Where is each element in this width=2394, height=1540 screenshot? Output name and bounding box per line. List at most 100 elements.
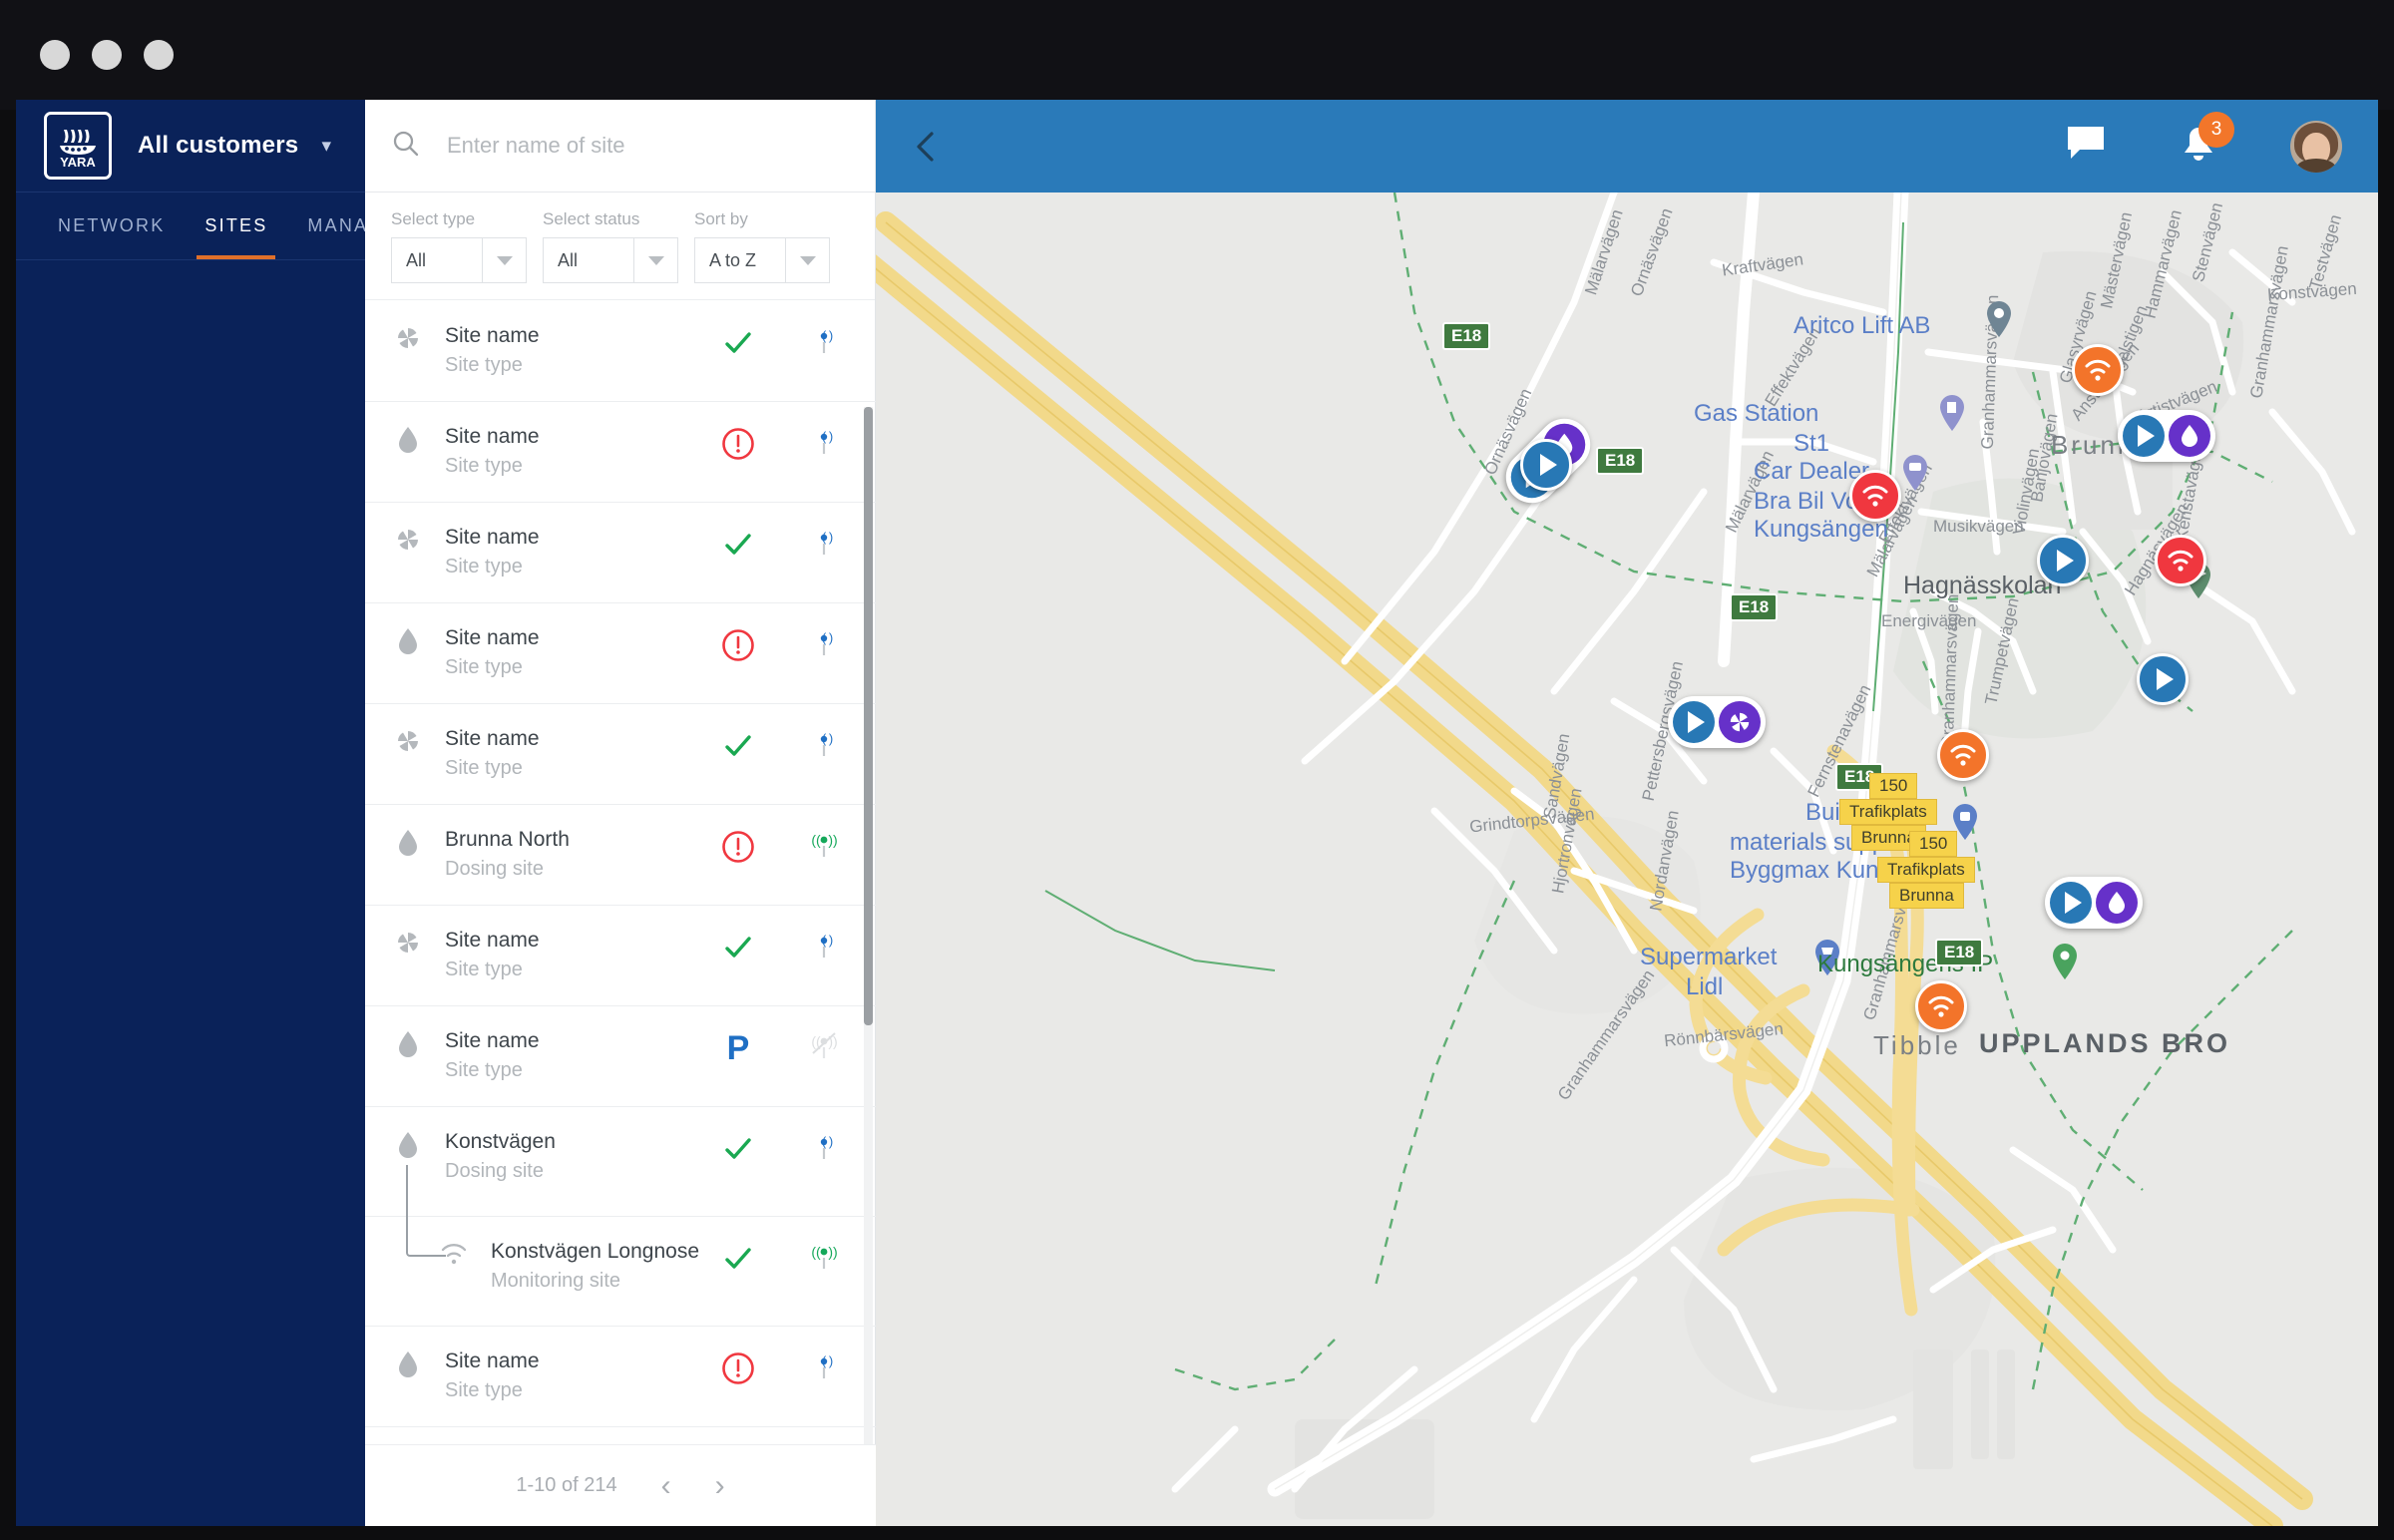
- map-canvas[interactable]: Kraftvägen Mälarvägen Ornäsvägen Effektv…: [876, 192, 2378, 1526]
- map-area[interactable]: 3 Kraftvägen Mälarvägen Ornäsvägen Effek…: [876, 100, 2378, 1526]
- window-maximize-button[interactable]: [144, 40, 174, 70]
- site-marker-signal-warning[interactable]: [1915, 980, 1967, 1032]
- status-badge-paused-label: P: [726, 1029, 750, 1067]
- sort-by-control[interactable]: A to Z: [694, 237, 830, 283]
- status-badge-alert: [718, 1348, 758, 1388]
- site-marker-play[interactable]: [2137, 653, 2189, 705]
- list-scrollbar-thumb[interactable]: [864, 407, 873, 1025]
- droplet-icon: [391, 625, 425, 655]
- select-status-control[interactable]: All: [543, 237, 678, 283]
- filter-label-sort: Sort by: [694, 209, 748, 228]
- brand-row[interactable]: YARA All customers ▾: [16, 100, 365, 192]
- exit-line2: Brunna: [1889, 883, 1964, 909]
- topbar: 3: [876, 100, 2378, 192]
- table-row[interactable]: Site name Site type ( ): [365, 906, 876, 1006]
- select-type-control[interactable]: All: [391, 237, 527, 283]
- chevron-down-icon[interactable]: [633, 238, 677, 282]
- site-marker-play[interactable]: [1520, 439, 1572, 491]
- status-badge-alert: [718, 827, 758, 867]
- svg-text:): ): [829, 429, 833, 444]
- signal-strong-icon: (( )): [802, 1237, 846, 1281]
- status-badge-ok: [718, 323, 758, 363]
- site-name: Site name: [445, 626, 540, 649]
- site-type: Site type: [445, 556, 523, 578]
- site-marker-play[interactable]: [2037, 535, 2089, 586]
- droplet-icon: [391, 1028, 425, 1058]
- signal-weak-icon: ( ): [802, 724, 846, 768]
- site-marker-pair[interactable]: [1668, 696, 1766, 748]
- chevron-down-icon[interactable]: [785, 238, 829, 282]
- table-row[interactable]: Site name Site type ( ): [365, 603, 876, 704]
- svg-text:): ): [829, 1353, 833, 1368]
- map-pin-icon[interactable]: [1938, 394, 1966, 432]
- droplet-icon[interactable]: [2096, 882, 2138, 924]
- play-icon[interactable]: [1673, 701, 1715, 743]
- site-type: Site type: [445, 656, 523, 679]
- site-marker-pair[interactable]: [2045, 877, 2143, 929]
- back-button[interactable]: [902, 122, 952, 172]
- chat-bubble-icon[interactable]: [2065, 124, 2107, 169]
- app-window: YARA All customers ▾ NETWORK SITES MANAG…: [0, 0, 2394, 1540]
- site-marker-signal-warning[interactable]: [1937, 729, 1989, 781]
- site-name: Brunna North: [445, 828, 570, 851]
- table-row[interactable]: Site name Site type P (( )): [365, 1006, 876, 1107]
- table-row[interactable]: Brunna North Dosing site (( )): [365, 805, 876, 906]
- sidebar-item-network[interactable]: NETWORK: [38, 192, 185, 259]
- highway-shield-e18: E18: [1442, 322, 1491, 350]
- customer-selector-label: All customers: [138, 132, 299, 159]
- site-marker-signal-error[interactable]: [2155, 535, 2206, 586]
- chevron-left-icon[interactable]: ‹: [661, 1470, 671, 1501]
- site-marker-signal-warning[interactable]: [2072, 344, 2124, 396]
- site-text: Site name Site type: [445, 424, 540, 479]
- signal-weak-icon: ( ): [802, 523, 846, 567]
- exit-number: 150: [1869, 773, 1918, 799]
- chevron-right-icon[interactable]: ›: [715, 1470, 725, 1501]
- map-pin-icon[interactable]: [1813, 939, 1841, 976]
- topbar-actions: 3: [2065, 111, 2342, 173]
- search-input[interactable]: [447, 133, 776, 159]
- avatar[interactable]: [2290, 120, 2342, 173]
- chevron-down-icon[interactable]: ▾: [321, 137, 331, 156]
- table-row[interactable]: Konstvägen Longnose Monitoring site (( )…: [365, 1165, 876, 1327]
- window-minimize-button[interactable]: [92, 40, 122, 70]
- map-pin-icon[interactable]: [1901, 454, 1929, 492]
- notifications-button[interactable]: 3: [2177, 111, 2234, 170]
- site-type: Site type: [445, 354, 523, 377]
- droplet-icon[interactable]: [2169, 415, 2210, 457]
- filter-row: Select type All Select status All Sort b…: [365, 192, 875, 300]
- pinwheel-icon[interactable]: [1719, 701, 1761, 743]
- pagination: 1-10 of 214 ‹ ›: [365, 1444, 876, 1526]
- site-text: Site name Site type: [445, 323, 540, 378]
- site-list[interactable]: Site name Site type ( ): [365, 301, 876, 1444]
- table-row[interactable]: Site name Site type ( ): [365, 301, 876, 402]
- svg-text:)): )): [828, 832, 837, 848]
- tree-connector: [406, 1165, 446, 1257]
- traffic-lights: [40, 40, 174, 70]
- site-name: Konstvägen: [445, 1130, 556, 1153]
- status-badge-ok: [718, 1239, 758, 1279]
- site-marker-pair[interactable]: [2118, 410, 2215, 462]
- droplet-icon: [391, 1348, 425, 1378]
- site-name: Site name: [445, 324, 540, 347]
- table-row[interactable]: Site name Site type ( ): [365, 1327, 876, 1427]
- table-row[interactable]: Site name Site type ( ): [365, 503, 876, 603]
- avatar-body: [2296, 158, 2336, 173]
- map-pin-icon[interactable]: [2051, 943, 2079, 980]
- site-name: Site name: [445, 425, 540, 448]
- site-type: Site type: [445, 757, 523, 780]
- chevron-down-icon[interactable]: [482, 238, 526, 282]
- site-type: Site type: [445, 1379, 523, 1402]
- map-pin-icon[interactable]: [1985, 300, 2013, 338]
- signal-weak-icon: ( ): [802, 623, 846, 667]
- table-row[interactable]: Site name Site type ( ): [365, 402, 876, 503]
- site-marker-signal-error[interactable]: [1849, 470, 1901, 522]
- sidebar-item-sites[interactable]: SITES: [185, 192, 287, 259]
- pinwheel-icon: [391, 323, 425, 351]
- notification-badge: 3: [2198, 111, 2234, 148]
- window-close-button[interactable]: [40, 40, 70, 70]
- table-row[interactable]: Site name Site type ( ): [365, 704, 876, 805]
- list-scrollbar[interactable]: [864, 407, 873, 1444]
- play-icon[interactable]: [2050, 882, 2092, 924]
- play-icon[interactable]: [2123, 415, 2165, 457]
- site-name: Site name: [445, 929, 540, 952]
